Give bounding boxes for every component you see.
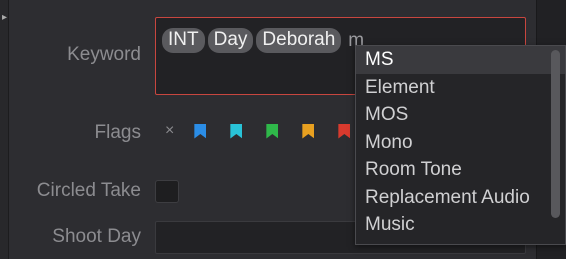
flag-blue-icon[interactable] [194,124,206,139]
suggestion-item[interactable]: Room Tone [356,156,565,184]
circled-take-label: Circled Take [36,180,141,201]
suggestion-item[interactable]: Replacement Audio [356,184,565,212]
suggestion-item[interactable]: Element [356,74,565,102]
flags-group: × [165,122,374,140]
suggestion-item[interactable]: MOS [356,101,565,129]
circled-take-checkbox[interactable] [155,180,179,203]
flag-yellow-icon[interactable] [302,124,314,139]
keyword-suggestions-dropdown: MS Element MOS Mono Room Tone Replacemen… [355,45,566,245]
suggestion-item[interactable]: Music [356,211,565,239]
suggestion-item[interactable]: MS [356,46,565,74]
keyword-label: Keyword [67,44,141,65]
suggestion-item[interactable]: Mono [356,129,565,157]
resize-indicator-icon: ▸ [2,12,8,23]
flag-green-icon[interactable] [266,124,278,139]
keyword-tags: INT Day Deborah m [162,28,364,53]
keyword-tag[interactable]: INT [162,28,205,53]
clear-flags-icon[interactable]: × [165,122,174,140]
keyword-tag[interactable]: Day [207,28,254,53]
flag-red-icon[interactable] [338,124,350,139]
keyword-tag[interactable]: Deborah [256,28,342,53]
shoot-day-label: Shoot Day [52,226,141,247]
flag-cyan-icon[interactable] [230,124,242,139]
dropdown-scrollbar[interactable] [551,50,560,218]
flags-label: Flags [94,122,141,143]
